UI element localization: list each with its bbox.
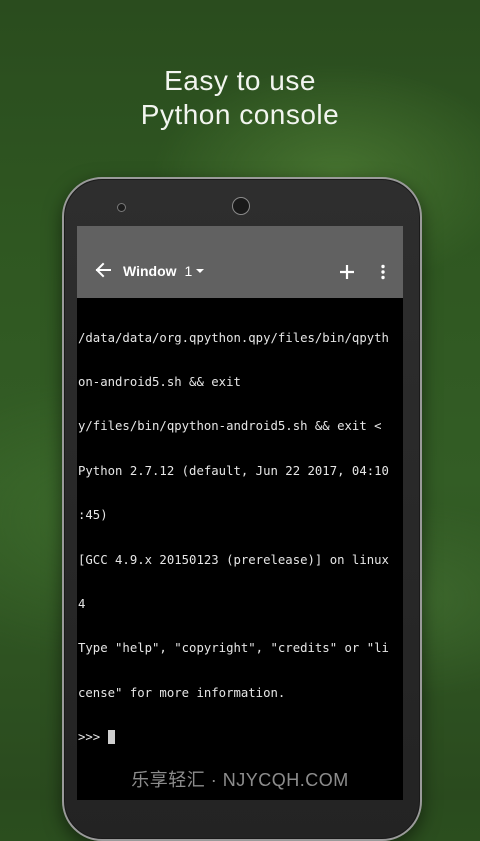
terminal-line: 4 (78, 596, 86, 611)
add-window-button[interactable] (335, 260, 359, 284)
app-bar: Window 1 (77, 226, 403, 298)
window-selector[interactable]: Window 1 (123, 260, 205, 282)
caret-down-icon (196, 269, 205, 273)
headline-line-1: Easy to use (164, 65, 316, 96)
terminal-line: /data/data/org.qpython.qpy/files/bin/qpy… (78, 330, 389, 345)
arrow-left-icon (95, 262, 111, 278)
headline-line-2: Python console (140, 99, 340, 130)
terminal-line: y/files/bin/qpython-android5.sh && exit … (78, 419, 382, 434)
terminal-line: [GCC 4.9.x 20150123 (prerelease)] on lin… (78, 552, 389, 567)
python-prompt: >>> (78, 730, 108, 745)
terminal-line: Python 2.7.12 (default, Jun 22 2017, 04:… (78, 463, 389, 478)
app-screen: Window 1 /data/data/org.qpython.qpy/file… (77, 226, 403, 800)
plus-icon (340, 265, 354, 279)
watermark: 乐享轻汇 · NJYCQH.COM (131, 770, 349, 790)
back-button[interactable] (91, 258, 115, 282)
front-camera (232, 197, 250, 215)
terminal-output[interactable]: /data/data/org.qpython.qpy/files/bin/qpy… (78, 301, 402, 797)
sensor-dot (117, 203, 126, 212)
terminal-line: Type "help", "copyright", "credits" or "… (78, 641, 389, 656)
window-number: 1 (184, 263, 193, 279)
headline: Easy to use Python console (0, 64, 480, 132)
terminal-line: cense" for more information. (78, 685, 286, 700)
overflow-menu-button[interactable] (373, 260, 393, 284)
prompt-line[interactable]: >>> (78, 730, 402, 745)
more-vertical-icon (381, 264, 385, 280)
window-title: Window (123, 263, 177, 279)
terminal-line: :45) (78, 508, 108, 523)
text-cursor (107, 730, 115, 745)
terminal-line: on-android5.sh && exit (78, 374, 241, 389)
